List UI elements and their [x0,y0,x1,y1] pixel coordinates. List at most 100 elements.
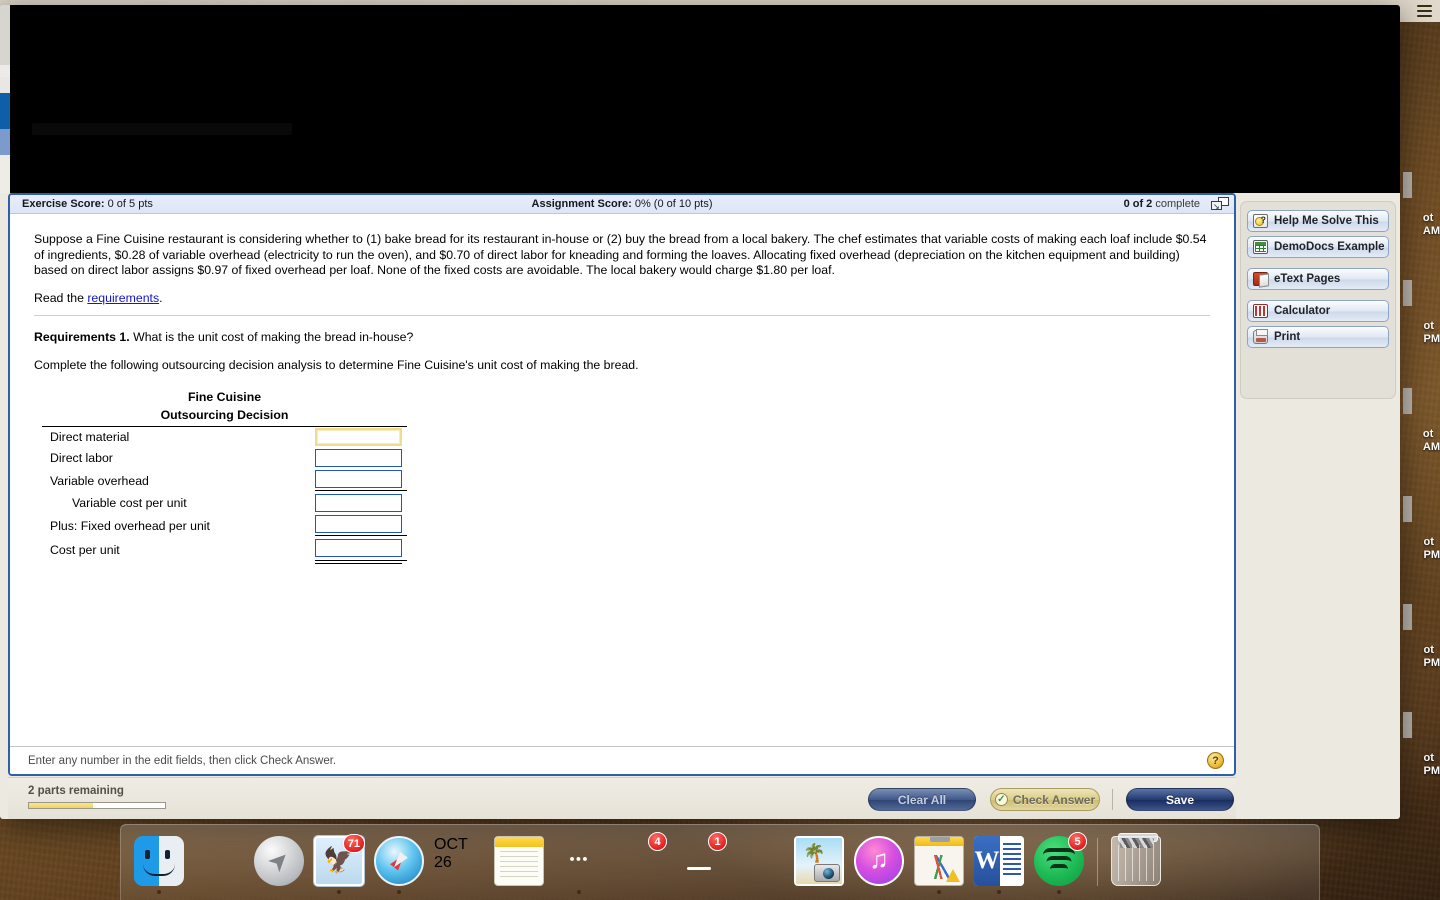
trash-ribs [1118,845,1154,881]
requirement-number: Requirements 1. [34,329,130,344]
finder-icon [134,836,184,886]
assignment-score-label: Assignment Score: [531,198,632,210]
tool-button-label: Help Me Solve This [1274,215,1379,227]
table-title-report: Outsourcing Decision [42,405,407,427]
exercise-score-label: Exercise Score: [22,198,105,210]
amount-input-2[interactable] [315,449,402,467]
requirement-question: What is the unit cost of making the brea… [129,329,414,344]
dock-item-word[interactable]: W [971,832,1027,894]
dock-item-itunes[interactable] [851,832,907,894]
notes-header [495,837,543,847]
row-input-cell [315,514,407,538]
dock-item-mission-control[interactable] [191,832,247,894]
photos-icon: 🌴 [794,836,844,886]
help-question-icon[interactable]: ? [1207,752,1224,769]
notification-accent-bar [1403,280,1412,306]
dock-item-safari[interactable] [371,832,427,894]
amount-input-6[interactable] [315,539,402,557]
notification-text: ot [1423,320,1434,332]
notification-text: ot [1423,752,1434,764]
row-label: Direct labor [50,451,113,465]
notification-item: ot PM [1422,320,1440,346]
dock-item-app-store[interactable]: 1 [671,832,727,894]
outsourcing-decision-table: Fine Cuisine Outsourcing Decision Direct… [42,388,407,564]
dock-item-mail[interactable]: 71 [311,832,367,894]
notification-accent-bar [1403,496,1412,522]
requirements-link[interactable]: requirements [87,291,159,305]
dock-separator [1097,838,1098,886]
row-input-cell [315,469,407,493]
read-requirements-line: Read the requirements. [34,291,1218,305]
dock-item-calendar[interactable]: OCT 26 [431,832,487,894]
notification-accent-bar [1403,172,1412,198]
dock-item-messages[interactable]: ●●● [551,832,607,894]
notification-accent-bar [1403,388,1412,414]
word-lines [1000,836,1024,886]
sliver-segment-lightblue [0,129,10,155]
dock-item-finder[interactable] [131,832,187,894]
dock-item-launchpad[interactable] [251,832,307,894]
amount-input-1[interactable] [315,428,402,446]
hint-text: Enter any number in the edit fields, the… [28,754,337,767]
notes-line [500,871,538,872]
table-row: Direct material [42,426,407,448]
calendar-day: 26 [434,854,452,871]
assignment-score: Assignment Score: 0% (0 of 10 pts) [532,198,713,210]
tool-button-etext-pages[interactable]: eText Pages [1247,268,1389,290]
tool-button-help-me-solve-this[interactable]: Help Me Solve This [1247,210,1389,232]
completion-count: 0 of 2 [1123,198,1153,210]
tool-button-calculator[interactable]: Calculator [1247,300,1389,322]
amount-input-5[interactable] [315,515,402,533]
appstore-bar [687,867,711,870]
tool-button-label: Calculator [1274,305,1331,317]
row-label: Cost per unit [50,543,120,557]
dock-item-trash[interactable] [1108,832,1164,894]
notification-text: PM [1423,657,1440,669]
amount-input-4[interactable] [315,494,402,512]
calendar-icon: OCT 26 [434,836,484,886]
dock-item-photo-booth[interactable] [731,832,787,894]
calendar-month: OCT [434,836,468,853]
assignment-score-value: 0% (0 of 10 pts) [634,198,713,210]
numbers-icon [914,836,964,886]
dock-running-indicator [1057,890,1061,894]
tool-button-demodocs-example[interactable]: DemoDocs Example [1247,236,1389,258]
tool-button-print[interactable]: Print [1247,326,1389,348]
save-button[interactable]: Save [1126,788,1234,811]
section-divider [34,314,1210,316]
dock-item-numbers[interactable] [911,832,967,894]
table-row: Direct labor [42,448,407,469]
row-input-cell [315,538,407,564]
check-answer-label: Check Answer [1012,792,1096,807]
action-bar: 2 parts remaining Clear All ✓ Check Answ… [8,777,1236,819]
exercise-panel: Exercise Score: 0 of 5 pts Assignment Sc… [8,193,1236,776]
numbers-warning [946,869,960,882]
input-underline-wrapper [315,470,407,491]
amount-input-3[interactable] [315,470,402,488]
row-label: Direct material [50,430,130,444]
problem-statement: Suppose a Fine Cuisine restaurant is con… [34,232,1207,277]
dock-item-facetime[interactable]: 4 [611,832,667,894]
row-label: Variable cost per unit [72,496,187,510]
clear-all-button[interactable]: Clear All [868,788,976,811]
dock-badge-app-store: 1 [708,832,727,851]
hint-bar: Enter any number in the edit fields, the… [10,746,1234,774]
pop-out-window-icon[interactable]: ↘ [1211,197,1229,212]
notification-text: ot [1422,212,1434,224]
dock-running-indicator [157,890,161,894]
notification-center-column: ot AM ot PM ot AM ot PM ot PM ot PM [1396,22,1440,822]
notification-text: AM [1422,225,1440,237]
hidden-top-frame [10,5,1400,193]
input-underline-wrapper [315,539,407,564]
dock-item-notes[interactable] [491,832,547,894]
table-row: Variable cost per unit [42,493,407,514]
dock-badge-mail: 71 [342,834,365,853]
tool-button-label: DemoDocs Example [1274,241,1385,253]
dock-item-photos[interactable]: 🌴 [791,832,847,894]
check-answer-button[interactable]: ✓ Check Answer [990,788,1100,811]
dock-item-spotify[interactable]: 5 [1031,832,1087,894]
dock-running-indicator [337,890,341,894]
exercise-score: Exercise Score: 0 of 5 pts [22,198,153,210]
notification-center-icon[interactable] [1417,5,1432,17]
row-label: Variable overhead [50,473,149,488]
